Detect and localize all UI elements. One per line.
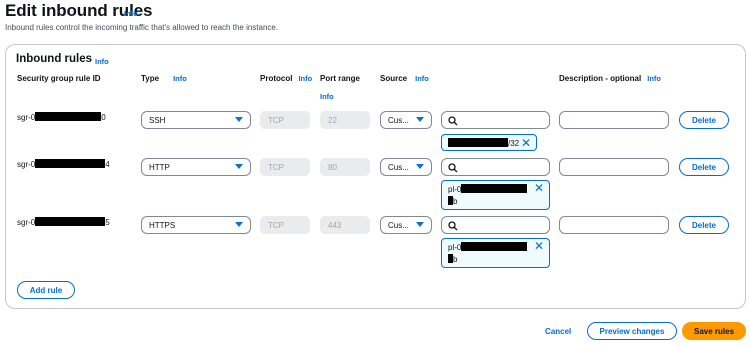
close-icon[interactable]: ✕	[534, 182, 544, 194]
rule-id: sgr-0 4	[17, 159, 110, 169]
page-info-link[interactable]: Info	[124, 9, 138, 18]
protocol-field: TCP	[260, 158, 310, 176]
port-range-field: 443	[320, 216, 370, 234]
preview-changes-button[interactable]: Preview changes	[587, 322, 677, 340]
caret-down-icon	[235, 222, 243, 227]
source-search-input[interactable]	[441, 158, 550, 176]
column-header-port-range: Port range	[320, 74, 361, 83]
source-info-link[interactable]: Info	[415, 74, 429, 83]
description-info-link[interactable]: Info	[647, 74, 661, 83]
rule-id: sgr-0 5	[17, 217, 110, 227]
search-icon	[448, 116, 458, 126]
type-select[interactable]: HTTPS	[141, 216, 251, 234]
source-token: /32 ✕	[441, 134, 537, 151]
rule-id: sgr-0 0	[17, 112, 106, 122]
caret-down-icon	[416, 117, 424, 122]
panel-title: Inbound rules	[16, 53, 93, 65]
type-select[interactable]: SSH	[141, 111, 251, 129]
search-icon	[448, 221, 458, 231]
column-header-rule-id: Security group rule ID	[17, 74, 101, 83]
column-header-type: Type Info	[141, 74, 187, 83]
delete-rule-button[interactable]: Delete	[679, 111, 729, 129]
close-icon[interactable]: ✕	[521, 137, 531, 149]
redaction-bar	[35, 159, 106, 168]
caret-down-icon	[235, 117, 243, 122]
inbound-rules-panel	[5, 44, 746, 309]
source-select[interactable]: Cus...	[380, 158, 432, 176]
cancel-button[interactable]: Cancel	[545, 327, 571, 336]
protocol-info-link[interactable]: Info	[298, 74, 312, 83]
type-info-link[interactable]: Info	[173, 74, 187, 83]
type-select[interactable]: HTTP	[141, 158, 251, 176]
protocol-field: TCP	[260, 111, 310, 129]
delete-rule-button[interactable]: Delete	[679, 158, 729, 176]
source-token: pl-0 b ✕	[441, 238, 550, 268]
redaction-bar	[35, 112, 102, 121]
protocol-field: TCP	[260, 216, 310, 234]
description-input[interactable]	[559, 111, 669, 129]
description-input[interactable]	[559, 158, 669, 176]
port-range-field: 80	[320, 158, 370, 176]
caret-down-icon	[416, 164, 424, 169]
search-icon	[448, 163, 458, 173]
save-rules-button[interactable]: Save rules	[682, 322, 746, 340]
source-search-input[interactable]	[441, 216, 550, 234]
redaction-bar	[35, 217, 106, 226]
column-header-description: Description - optional Info	[559, 74, 661, 83]
redaction-bar	[461, 184, 528, 193]
description-input[interactable]	[559, 216, 669, 234]
panel-info-link[interactable]: Info	[95, 57, 109, 66]
caret-down-icon	[235, 164, 243, 169]
add-rule-button[interactable]: Add rule	[17, 281, 75, 299]
source-select[interactable]: Cus...	[380, 111, 432, 129]
page-description: Inbound rules control the incoming traff…	[5, 23, 279, 32]
port-range-info-link[interactable]: Info	[320, 92, 334, 101]
source-search-input[interactable]	[441, 111, 550, 129]
delete-rule-button[interactable]: Delete	[679, 216, 729, 234]
column-header-protocol: Protocol Info	[260, 74, 313, 83]
source-token: pl-0 b ✕	[441, 180, 550, 210]
column-header-source: Source Info	[380, 74, 429, 83]
source-select[interactable]: Cus...	[380, 216, 432, 234]
port-range-field: 22	[320, 111, 370, 129]
close-icon[interactable]: ✕	[534, 240, 544, 252]
redaction-bar	[448, 138, 508, 147]
caret-down-icon	[416, 222, 424, 227]
redaction-bar	[461, 242, 528, 251]
